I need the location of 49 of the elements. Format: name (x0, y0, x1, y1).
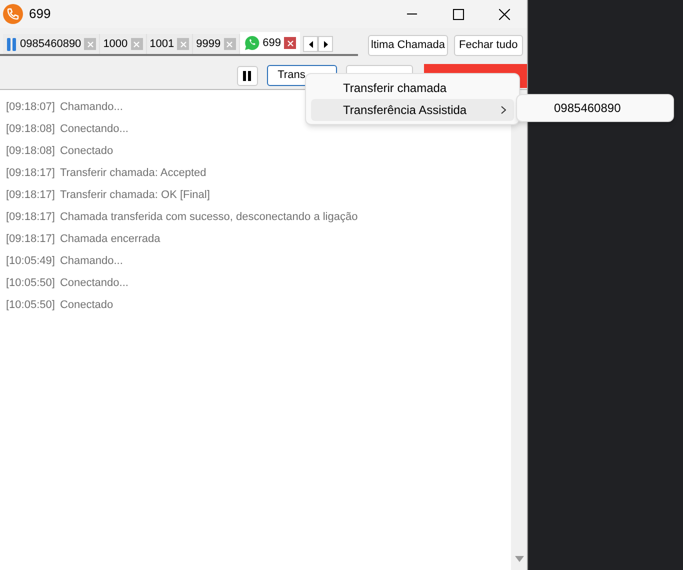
pause-icon (6, 38, 17, 50)
close-icon (86, 40, 94, 48)
last-call-button[interactable]: ltima Chamada (368, 34, 448, 56)
close-icon (133, 40, 140, 48)
pause-icon (243, 70, 252, 80)
scroll-right-button[interactable] (318, 36, 333, 52)
log-message: Chamando... (60, 100, 123, 115)
log-time: [09:18:07] (6, 100, 55, 115)
log-message: Transferir chamada: OK [Final] (60, 188, 210, 203)
close-icon (286, 40, 294, 46)
log-message: Transferir chamada: Accepted (60, 166, 206, 181)
pause-button[interactable] (237, 66, 258, 86)
log-message: Chamada transferida com sucesso, desconectando a ligação (60, 210, 358, 225)
log-time: [09:18:17] (6, 188, 55, 203)
close-icon (226, 40, 234, 48)
close-tab-button[interactable] (284, 37, 296, 49)
menu-item[interactable]: Transferência Assistida (311, 99, 514, 121)
call-tab[interactable]: 9999 (193, 34, 240, 54)
log-time: [09:18:17] (6, 166, 55, 181)
log-message: Conectando... (60, 276, 128, 291)
chat-bubble-icon (244, 35, 260, 51)
log-message: Conectado (60, 144, 114, 159)
scroll-down-icon[interactable] (514, 556, 524, 562)
call-tab[interactable]: 0985460890 (3, 34, 100, 54)
log-message: Conectado (60, 298, 114, 313)
log-time: [10:05:49] (6, 254, 55, 269)
log-message: Chamada encerrada (60, 232, 160, 247)
log-time: [09:18:08] (6, 122, 55, 137)
close-icon (498, 8, 510, 20)
phone-icon (3, 4, 23, 24)
log-time: [09:18:17] (6, 210, 55, 225)
log-message: Conectando... (60, 122, 128, 137)
menu-item[interactable]: 0985460890 (521, 98, 669, 118)
log-time: [09:18:17] (6, 232, 55, 247)
window-title: 699 (29, 5, 51, 24)
scrollbar[interactable] (511, 90, 527, 570)
scroll-left-button[interactable] (303, 36, 318, 52)
maximize-icon (452, 8, 464, 20)
log-message: Chamando... (60, 254, 123, 269)
close-icon (180, 40, 187, 48)
log-time: [09:18:08] (6, 144, 55, 159)
call-tab[interactable]: 1001 (146, 34, 194, 54)
close-all-button[interactable]: Fechar tudo (454, 34, 523, 56)
left-triangle-icon (308, 40, 312, 48)
log-time: [10:05:50] (6, 276, 55, 291)
call-tab[interactable]: 699 (240, 32, 300, 54)
call-tab[interactable]: 1000 (100, 34, 147, 54)
right-triangle-icon (324, 40, 328, 48)
log-time: [10:05:50] (6, 298, 55, 313)
